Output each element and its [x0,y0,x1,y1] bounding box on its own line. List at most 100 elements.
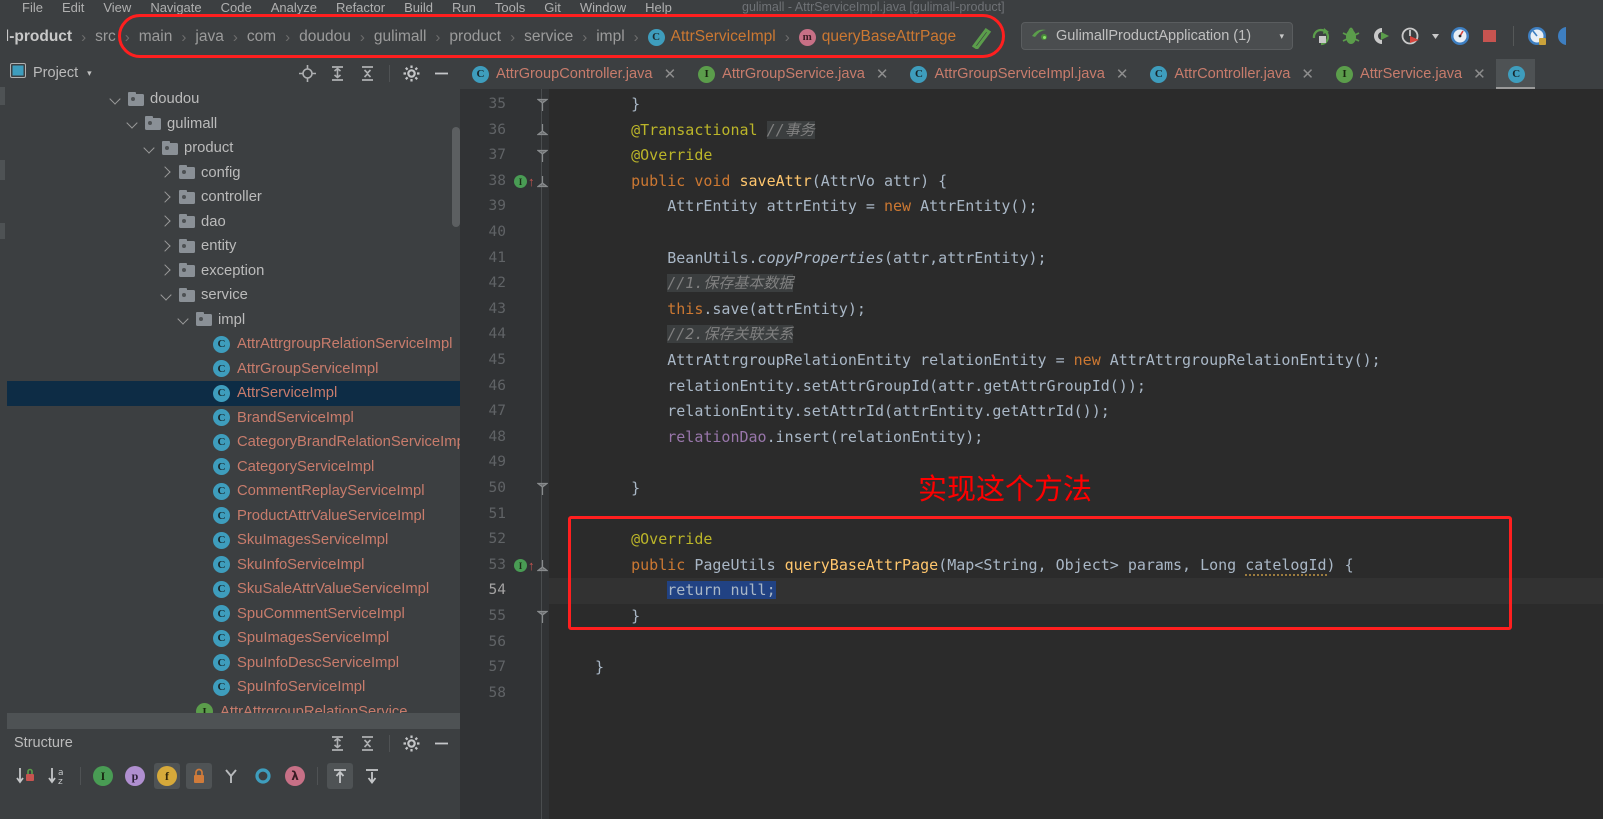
tree-node-product[interactable]: product [7,136,460,161]
menu-item-run[interactable]: Run [452,1,476,15]
editor-tab-attrservice-java[interactable]: I AttrService.java ✕ [1324,59,1496,89]
show-non-public-icon[interactable] [186,763,212,789]
menu-item-build[interactable]: Build [404,1,433,15]
code-line[interactable]: AttrAttrgroupRelationEntity relationEnti… [549,348,1603,374]
hide-icon[interactable] [433,65,450,82]
breadcrumb-item-main[interactable]: main [139,15,173,59]
code-line[interactable]: } [549,604,1603,630]
profile-icon[interactable] [1400,25,1422,47]
code-line[interactable]: //2.保存关联关系 [549,322,1603,348]
close-icon[interactable]: ✕ [664,67,677,82]
close-icon[interactable]: ✕ [1301,67,1314,82]
tree-node-exception[interactable]: exception [7,259,460,284]
tree-node-config[interactable]: config [7,161,460,186]
tree-node-entity[interactable]: entity [7,234,460,259]
editor-tab-attrgroupservice-java[interactable]: I AttrGroupService.java ✕ [686,59,898,89]
project-tree[interactable]: doudou gulimall product config controller dao… [7,87,460,717]
tree-node-attrattrgrouprelationserviceimpl[interactable]: C AttrAttrgroupRelationServiceImpl [7,332,460,357]
sort-alphabetically-icon[interactable]: a z [45,763,71,789]
editor-tab-attrcontroller-java[interactable]: C AttrController.java ✕ [1138,59,1324,89]
tree-node-spuinfodescserviceimpl[interactable]: C SpuInfoDescServiceImpl [7,651,460,676]
show-inherited-icon[interactable]: I [90,763,116,789]
run-with-coverage-icon[interactable] [1370,25,1392,47]
expand-all-icon[interactable] [329,735,346,752]
code-line[interactable]: public PageUtils queryBaseAttrPage(Map<S… [549,553,1603,579]
code-fold-mid-icon[interactable] [536,118,548,144]
gear-icon[interactable] [403,735,420,752]
code-editor[interactable]: 35 36 37 38 I ↑ 39 40 41 42 43 44 45 46 47 48 49 50 51 52 53… [460,89,1603,819]
breadcrumb-item-com[interactable]: com [247,15,276,59]
editor-tab-attrgroupserviceimpl-java[interactable]: C AttrGroupServiceImpl.java ✕ [898,59,1138,89]
show-lambdas-icon[interactable]: λ [282,763,308,789]
code-line[interactable]: //1.保存基本数据 [549,271,1603,297]
chevron-right-icon[interactable] [160,215,173,228]
menu-item-refactor[interactable]: Refactor [336,1,385,15]
code-line[interactable] [549,681,1603,707]
chevron-down-icon[interactable] [109,93,122,106]
breadcrumb-item-java[interactable]: java [195,15,223,59]
tree-node-doudou[interactable]: doudou [7,87,460,112]
show-fields-icon[interactable]: f [154,763,180,789]
breadcrumb-item-impl[interactable]: impl [596,15,624,59]
sort-by-visibility-icon[interactable] [13,763,39,789]
menu-item-file[interactable]: File [22,1,43,15]
chevron-down-icon[interactable]: ▾ [87,68,92,79]
expand-all-icon[interactable] [329,65,346,82]
menu-item-edit[interactable]: Edit [62,1,84,15]
editor-tab-attrgroupcontroller-java[interactable]: C AttrGroupController.java ✕ [460,59,686,89]
close-icon[interactable]: ✕ [876,67,889,82]
chevron-down-icon[interactable] [177,313,190,326]
gear-icon[interactable] [403,65,420,82]
chevron-down-icon[interactable] [143,142,156,155]
code-fold-mid-icon[interactable] [536,553,548,579]
tree-node-categoryserviceimpl[interactable]: C CategoryServiceImpl [7,455,460,480]
breadcrumb-item-querybaseattrpage[interactable]: m queryBaseAttrPage [798,15,956,59]
tree-node-controller[interactable]: controller [7,185,460,210]
tree-node-attrserviceimpl[interactable]: C AttrServiceImpl [7,381,460,406]
tree-node-skuinfoserviceimpl[interactable]: C SkuInfoServiceImpl [7,553,460,578]
search-everywhere-icon[interactable] [1526,25,1548,47]
code-line[interactable]: AttrEntity attrEntity = new AttrEntity()… [549,194,1603,220]
code-fold-end-icon[interactable] [536,604,548,630]
tree-node-productattrvalueserviceimpl[interactable]: C ProductAttrValueServiceImpl [7,504,460,529]
editor-gutter[interactable]: 35 36 37 38 I ↑ 39 40 41 42 43 44 45 46 47 48 49 50 51 52 53… [460,89,549,819]
code-content[interactable]: } @Transactional //事务 @Override public v… [549,89,1603,819]
build-hammer-icon[interactable] [970,25,992,51]
menu-item-window[interactable]: Window [580,1,626,15]
close-icon[interactable]: ✕ [1116,67,1129,82]
tree-node-attrgroupserviceimpl[interactable]: C AttrGroupServiceImpl [7,357,460,382]
code-line[interactable]: } [549,655,1603,681]
code-line[interactable]: BeanUtils.copyProperties(attr,attrEntity… [549,246,1603,272]
chevron-right-icon[interactable] [160,166,173,179]
breadcrumb-item-src[interactable]: src [95,15,116,59]
chevron-down-icon[interactable] [126,117,139,130]
code-line[interactable]: @Override [549,527,1603,553]
autoscroll-from-source-icon[interactable] [359,763,385,789]
menu-item-git[interactable]: Git [544,1,561,15]
code-line[interactable]: relationEntity.setAttrId(attrEntity.getA… [549,399,1603,425]
tree-node-dao[interactable]: dao [7,210,460,235]
breadcrumb-item-service[interactable]: service [524,15,573,59]
hide-icon[interactable] [433,735,450,752]
breadcrumb-item-product[interactable]: product [449,15,501,59]
autoscroll-to-source-icon[interactable] [327,763,353,789]
project-horizontal-scrollbar[interactable] [7,713,460,729]
code-fold-end-icon[interactable] [536,143,548,169]
show-anonymous-classes-icon[interactable] [218,763,244,789]
profile-dropdown-icon[interactable] [1430,25,1441,47]
code-line[interactable]: @Transactional //事务 [549,118,1603,144]
chevron-right-icon[interactable] [160,240,173,253]
tree-node-impl[interactable]: impl [7,308,460,333]
run-configuration-selector[interactable]: GulimallProductApplication (1) ▾ [1021,22,1293,50]
breadcrumb-item-gulimall[interactable]: gulimall [374,15,427,59]
implements-method-gutter-icon[interactable]: I ↑ [514,553,536,579]
collapse-all-icon[interactable] [359,65,376,82]
code-fold-end-icon[interactable] [536,476,548,502]
menu-item-tools[interactable]: Tools [495,1,525,15]
chevron-right-icon[interactable] [160,264,173,277]
project-title-block[interactable]: Project ▾ [10,63,92,83]
tree-node-spucommentserviceimpl[interactable]: C SpuCommentServiceImpl [7,602,460,627]
tree-node-commentreplayserviceimpl[interactable]: C CommentReplayServiceImpl [7,479,460,504]
code-fold-end-icon[interactable] [536,92,548,118]
code-line[interactable]: this.save(attrEntity); [549,297,1603,323]
